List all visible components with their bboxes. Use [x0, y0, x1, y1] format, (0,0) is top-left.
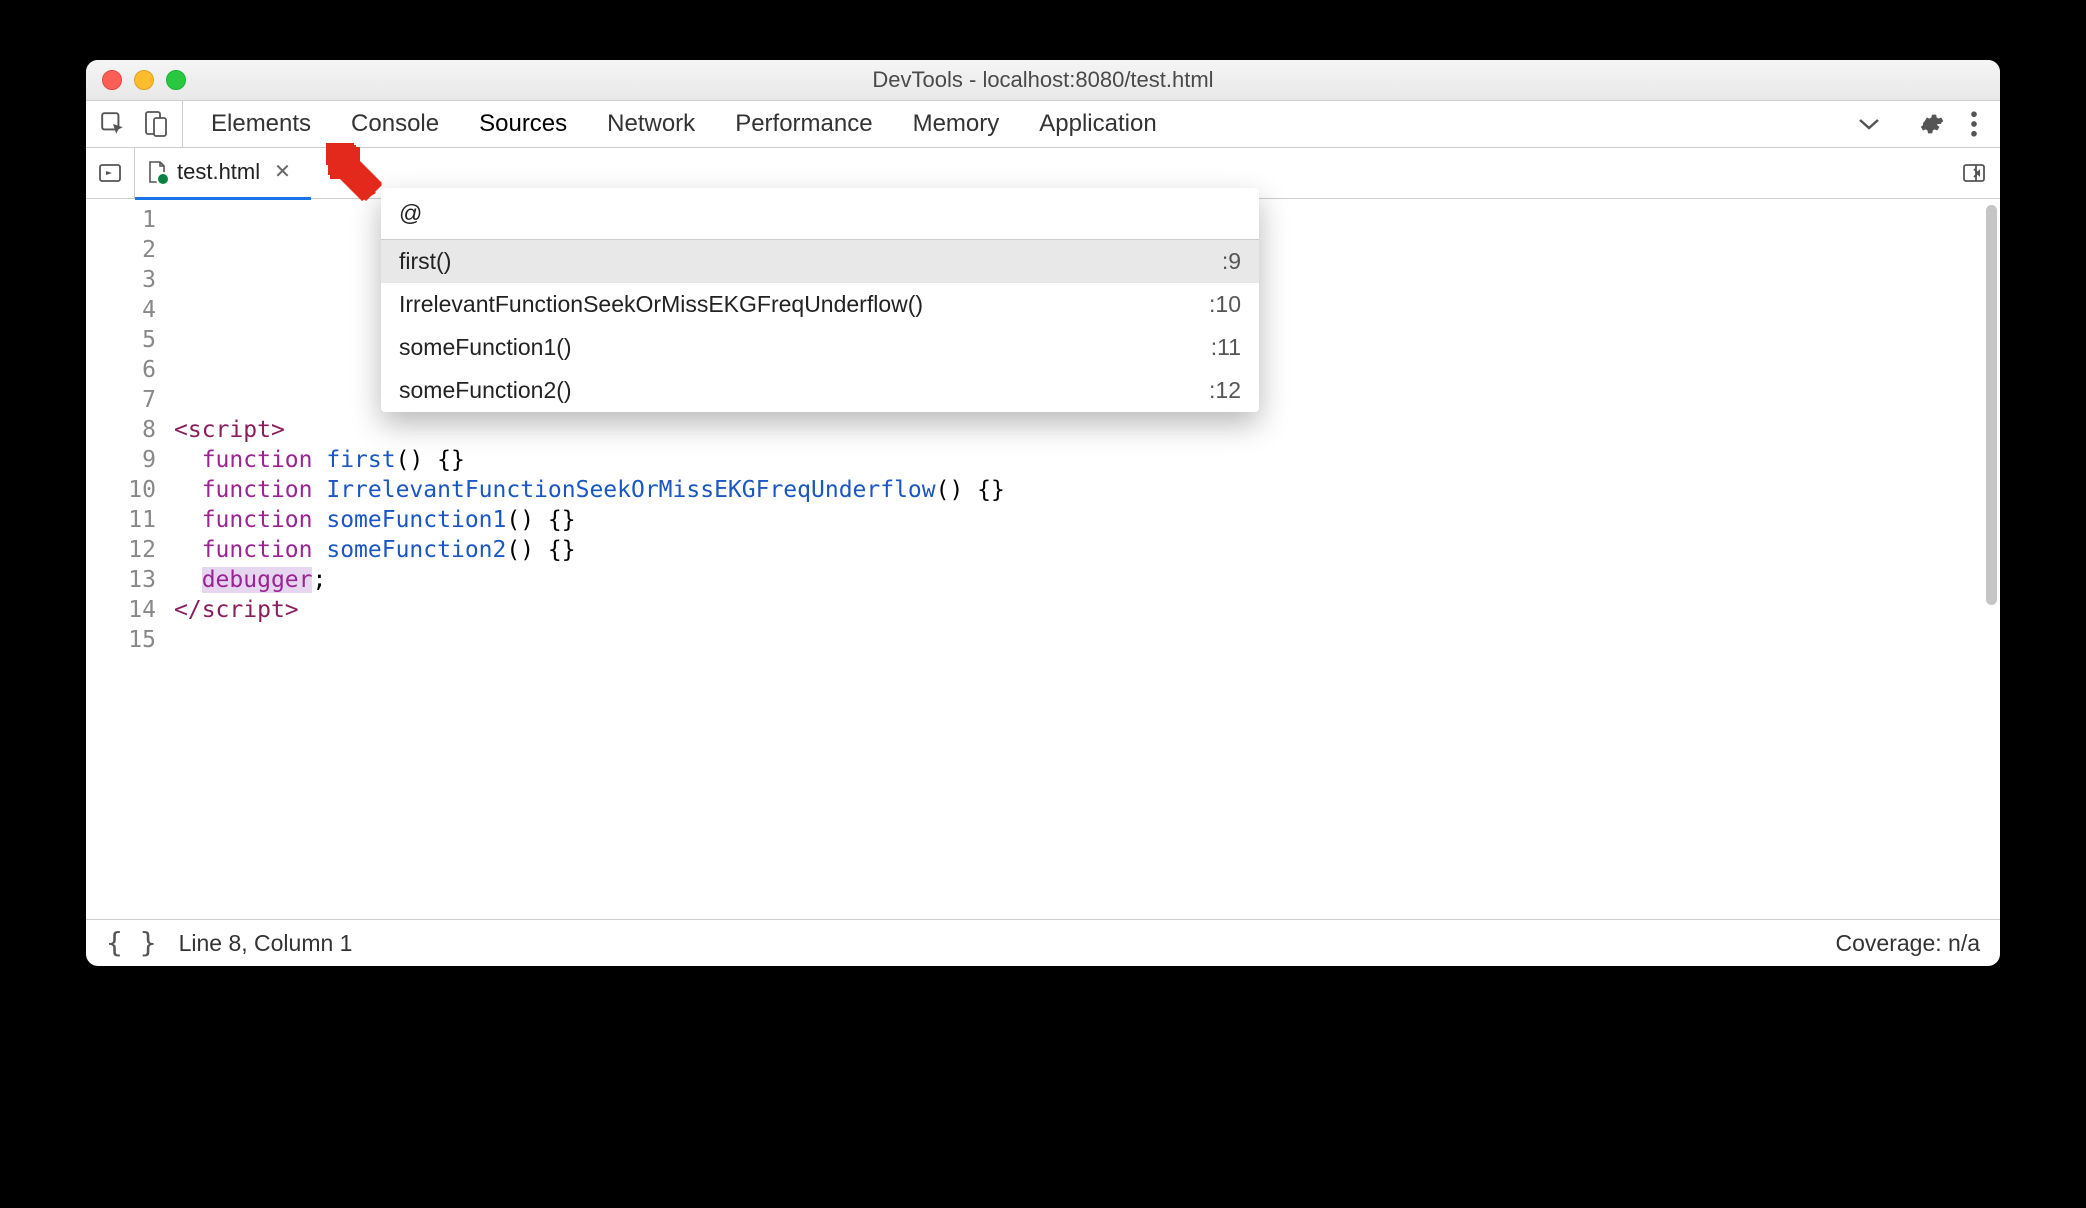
- command-menu-input[interactable]: @: [381, 188, 1259, 240]
- close-tab-icon[interactable]: ✕: [270, 159, 295, 184]
- toolbar-left: [86, 101, 183, 147]
- command-menu-list: first() :9 IrrelevantFunctionSeekOrMissEKG…: [381, 240, 1259, 412]
- line-number[interactable]: 15: [86, 625, 156, 655]
- file-icon: [147, 160, 167, 184]
- command-menu-item[interactable]: first() :9: [381, 240, 1259, 283]
- line-number[interactable]: 5: [86, 325, 156, 355]
- settings-icon[interactable]: [1918, 111, 1944, 137]
- code-line: function first() {}: [174, 445, 2000, 475]
- command-menu-item-line: :10: [1209, 291, 1241, 318]
- command-menu-item-line: :11: [1211, 334, 1241, 361]
- command-menu-item[interactable]: IrrelevantFunctionSeekOrMissEKGFreqUnder…: [381, 283, 1259, 326]
- command-menu-item-label: someFunction2(): [399, 377, 572, 404]
- main-toolbar: Elements Console Sources Network Performance…: [86, 101, 2000, 148]
- tab-elements[interactable]: Elements: [211, 110, 311, 138]
- line-number[interactable]: 6: [86, 355, 156, 385]
- more-tabs-icon[interactable]: [1856, 116, 1896, 132]
- minimize-window-button[interactable]: [134, 70, 154, 90]
- command-menu-item-label: IrrelevantFunctionSeekOrMissEKGFreqUnder…: [399, 291, 923, 318]
- coverage-status: Coverage: n/a: [1836, 930, 1980, 957]
- tab-network[interactable]: Network: [607, 110, 695, 138]
- devtools-window: DevTools - localhost:8080/test.html E: [86, 60, 2000, 966]
- tab-memory[interactable]: Memory: [913, 110, 1000, 138]
- command-menu-item-line: :9: [1222, 248, 1241, 275]
- command-menu-item-label: someFunction1(): [399, 334, 572, 361]
- toolbar-right: [1896, 101, 2000, 147]
- status-left: { } Line 8, Column 1: [106, 929, 352, 957]
- panel-tabs: Elements Console Sources Network Performance…: [183, 101, 1856, 147]
- kebab-menu-icon[interactable]: [1970, 111, 1978, 137]
- close-window-button[interactable]: [102, 70, 122, 90]
- code-line: function IrrelevantFunctionSeekOrMissEKG…: [174, 475, 2000, 505]
- tab-performance[interactable]: Performance: [735, 110, 872, 138]
- command-menu: @ first() :9 IrrelevantFunctionSeekOrMissE…: [381, 188, 1259, 412]
- line-number[interactable]: 10: [86, 475, 156, 505]
- toggle-debugger-pane-icon[interactable]: [1962, 161, 1986, 185]
- cursor-position: Line 8, Column 1: [179, 930, 353, 957]
- code-line: [174, 625, 2000, 655]
- command-menu-item-line: :12: [1209, 377, 1241, 404]
- device-toolbar-icon[interactable]: [144, 110, 168, 138]
- command-menu-item[interactable]: someFunction2() :12: [381, 369, 1259, 412]
- line-number[interactable]: 12: [86, 535, 156, 565]
- line-number[interactable]: 1: [86, 205, 156, 235]
- pretty-print-icon[interactable]: { }: [106, 929, 157, 957]
- line-number[interactable]: 7: [86, 385, 156, 415]
- titlebar: DevTools - localhost:8080/test.html: [86, 60, 2000, 101]
- tab-sources[interactable]: Sources: [479, 110, 567, 138]
- toggle-navigator-icon[interactable]: [98, 161, 122, 185]
- file-tab-label: test.html: [177, 159, 260, 185]
- code-line: <script>: [174, 415, 2000, 445]
- line-number[interactable]: 13: [86, 565, 156, 595]
- file-tab-test-html[interactable]: test.html ✕: [135, 147, 311, 200]
- code-line: function someFunction1() {}: [174, 505, 2000, 535]
- tab-console[interactable]: Console: [351, 110, 439, 138]
- line-number[interactable]: 8: [86, 415, 156, 445]
- tab-application[interactable]: Application: [1039, 110, 1156, 138]
- command-menu-item[interactable]: someFunction1() :11: [381, 326, 1259, 369]
- scrollbar-thumb[interactable]: [1986, 205, 1997, 605]
- line-number[interactable]: 14: [86, 595, 156, 625]
- status-bar: { } Line 8, Column 1 Coverage: n/a: [86, 919, 2000, 966]
- window-title: DevTools - localhost:8080/test.html: [86, 67, 2000, 93]
- zoom-window-button[interactable]: [166, 70, 186, 90]
- stage: DevTools - localhost:8080/test.html E: [0, 0, 2086, 1208]
- inspect-element-icon[interactable]: [100, 111, 126, 137]
- line-number[interactable]: 3: [86, 265, 156, 295]
- code-line: </script>: [174, 595, 2000, 625]
- line-number[interactable]: 9: [86, 445, 156, 475]
- code-line: debugger;: [174, 565, 2000, 595]
- command-menu-item-label: first(): [399, 248, 451, 275]
- code-line: function someFunction2() {}: [174, 535, 2000, 565]
- line-number[interactable]: 4: [86, 295, 156, 325]
- line-number[interactable]: 11: [86, 505, 156, 535]
- line-number-gutter: 123456789101112131415: [86, 199, 166, 919]
- traffic-lights: [102, 70, 186, 90]
- line-number[interactable]: 2: [86, 235, 156, 265]
- filebar-left: [86, 148, 135, 198]
- annotation-arrow-icon: [326, 143, 386, 203]
- filebar-right: [1948, 148, 2000, 198]
